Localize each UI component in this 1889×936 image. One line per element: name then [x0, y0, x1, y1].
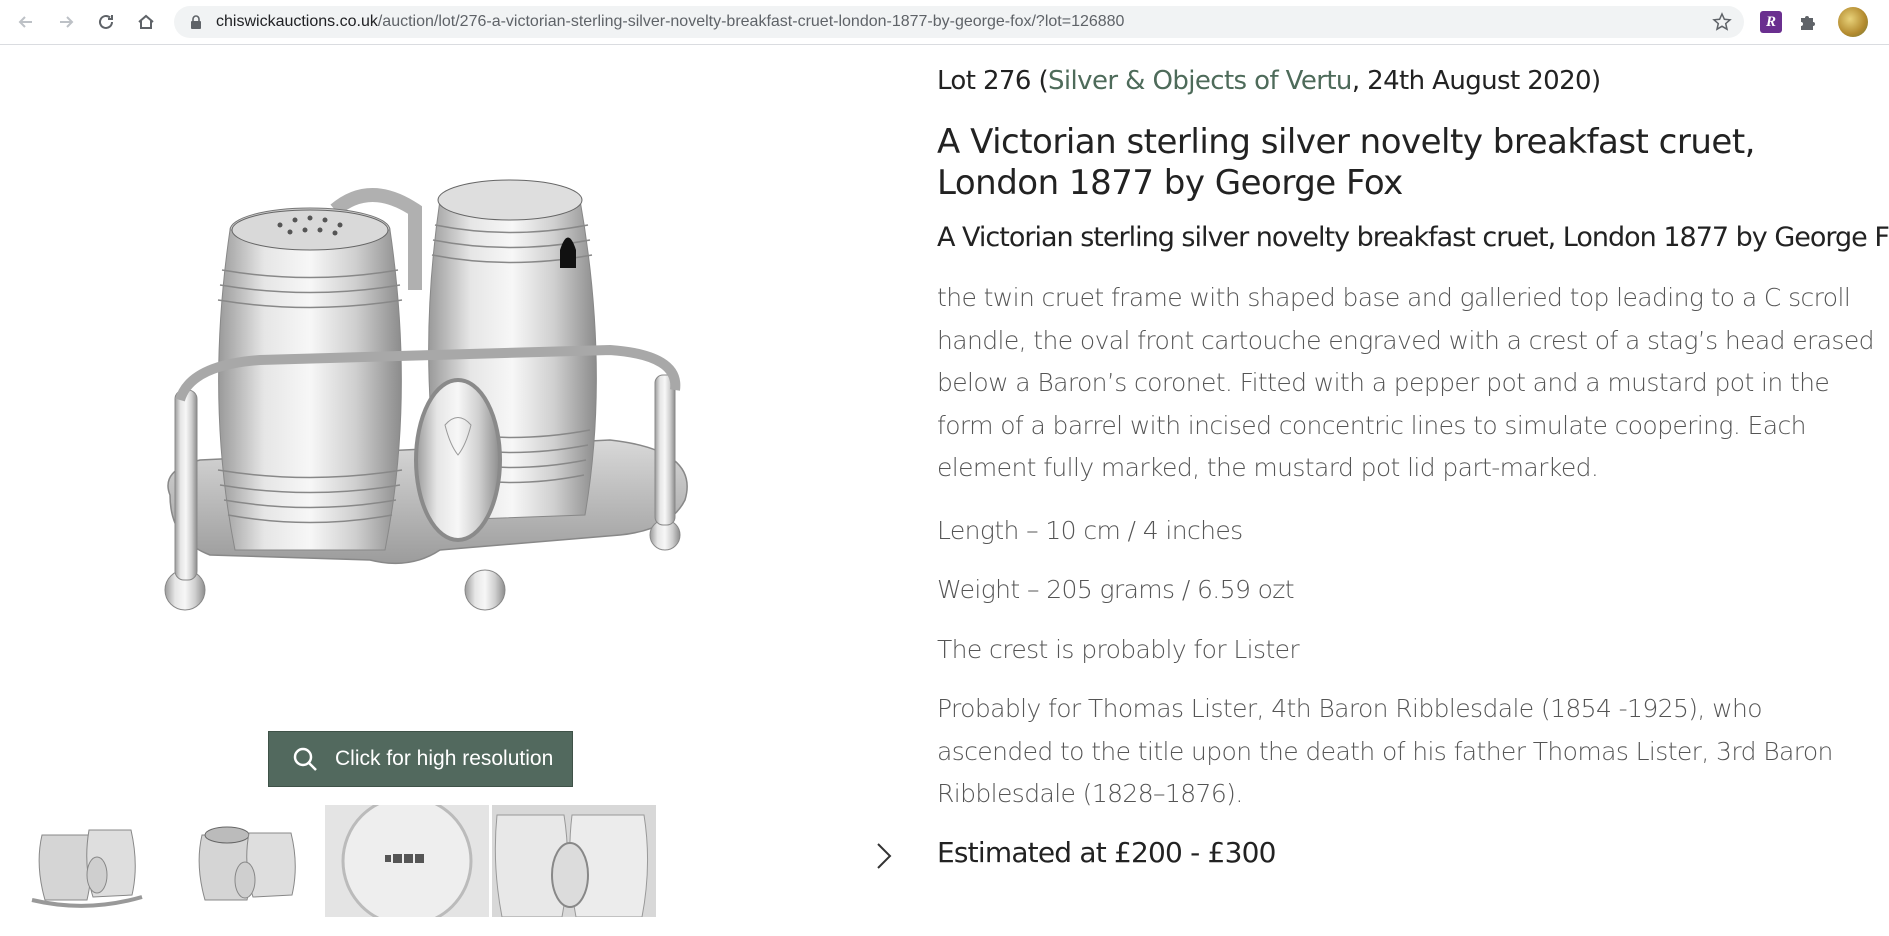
- arrow-right-icon: [60, 16, 74, 28]
- chevron-right-icon[interactable]: [872, 841, 896, 871]
- forward-button[interactable]: [52, 8, 80, 36]
- thumbnail-1-image: [31, 829, 143, 908]
- sale-link[interactable]: Silver & Objects of Vertu: [1048, 66, 1352, 96]
- high-resolution-label: Click for high resolution: [335, 747, 554, 770]
- url-text[interactable]: chiswickauctions.co.uk/auction/lot/276-a…: [216, 6, 1124, 38]
- star-icon[interactable]: [1712, 12, 1732, 32]
- lot-number: Lot 276 (: [937, 66, 1049, 96]
- lock-icon: [191, 15, 201, 29]
- thumbnail-2-image: [198, 826, 296, 901]
- thumbnail-1[interactable]: [7, 805, 171, 917]
- extension-r-icon[interactable]: R: [1760, 11, 1782, 33]
- thumbnail-3[interactable]: [325, 805, 489, 917]
- lot-length: Length – 10 cm / 4 inches: [937, 516, 1243, 545]
- address-bar[interactable]: chiswickauctions.co.uk/auction/lot/276-a…: [174, 6, 1744, 38]
- search-icon: [293, 747, 317, 771]
- lot-description: the twin cruet frame with shaped base an…: [937, 283, 1875, 482]
- lot-provenance: Probably for Thomas Lister, 4th Baron Ri…: [937, 694, 1833, 808]
- lot-weight: Weight – 205 grams / 6.59 ozt: [937, 575, 1295, 604]
- main-product-image[interactable]: [140, 170, 710, 630]
- url-host: chiswickauctions.co.uk: [216, 13, 378, 30]
- home-button[interactable]: [132, 8, 160, 36]
- high-resolution-button[interactable]: Click for high resolution: [268, 731, 573, 787]
- puzzle-icon[interactable]: [1797, 11, 1819, 33]
- lot-estimate: Estimated at £200 - £300: [937, 836, 1276, 869]
- thumbnail-4-image: [492, 805, 656, 917]
- url-path: /auction/lot/276-a-victorian-sterling-si…: [377, 13, 1125, 30]
- arrow-left-icon: [18, 16, 32, 28]
- lot-subtitle: A Victorian sterling silver novelty brea…: [937, 222, 1889, 253]
- reload-button[interactable]: [92, 8, 120, 36]
- browser-toolbar: chiswickauctions.co.uk/auction/lot/276-a…: [0, 0, 1889, 45]
- reload-icon: [99, 14, 113, 29]
- home-icon: [138, 14, 154, 29]
- lot-crest-note: The crest is probably for Lister: [937, 635, 1300, 664]
- lot-header: Lot 276 (Silver & Objects of Vertu, 24th…: [937, 66, 1601, 96]
- back-button[interactable]: [12, 8, 40, 36]
- thumbnail-2[interactable]: [157, 805, 321, 917]
- lot-title: A Victorian sterling silver novelty brea…: [937, 122, 1755, 203]
- sale-date: , 24th August 2020): [1351, 66, 1601, 96]
- thumbnail-3-image: [325, 805, 489, 917]
- thumbnail-4[interactable]: [492, 805, 656, 917]
- profile-avatar[interactable]: [1838, 7, 1868, 37]
